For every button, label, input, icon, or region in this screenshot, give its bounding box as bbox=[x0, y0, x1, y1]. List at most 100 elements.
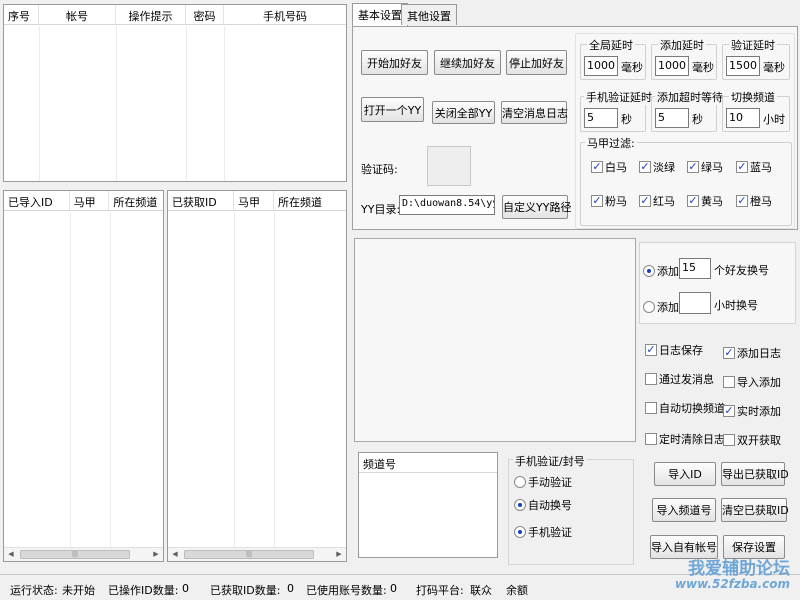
col-channel[interactable]: 所在频道 bbox=[274, 191, 346, 210]
vest-white-checkbox[interactable]: ✓ 白马 bbox=[591, 159, 627, 175]
tab-other-settings[interactable]: 其他设置 bbox=[401, 4, 457, 25]
clear-fetched-id-button[interactable]: 清空已获取ID bbox=[721, 498, 789, 522]
radio-selected-icon bbox=[643, 265, 655, 277]
verify-delay-input[interactable]: 1500 bbox=[726, 56, 760, 76]
custom-yy-path-button[interactable]: 自定义YY路径 bbox=[502, 195, 571, 219]
col-phone[interactable]: 手机号码 bbox=[224, 5, 346, 24]
check-icon: ✓ bbox=[591, 194, 603, 207]
checkbox-icon bbox=[723, 376, 735, 388]
import-add-checkbox[interactable]: 导入添加 bbox=[723, 374, 781, 390]
fetched-id-table[interactable]: 已获取ID 马甲 所在频道 ◀ ||| ▶ bbox=[167, 190, 347, 562]
add-timeout-group: 添加超时等待 5 秒 bbox=[651, 89, 725, 132]
account-table-header: 序号 帐号 操作提示 密码 手机号码 bbox=[4, 5, 346, 25]
phone-verify-delay-group: 手机验证延时 5 秒 bbox=[580, 89, 654, 132]
col-password[interactable]: 密码 bbox=[186, 5, 224, 24]
checkbox-icon bbox=[723, 434, 735, 446]
radio-icon bbox=[514, 476, 526, 488]
switch-by-hours-radio[interactable]: 添加 bbox=[643, 299, 679, 315]
col-channel-number[interactable]: 频道号 bbox=[359, 453, 497, 472]
fetched-id-header: 已获取ID 马甲 所在频道 bbox=[168, 191, 346, 211]
balance-label: 余额 bbox=[506, 584, 528, 597]
col-channel[interactable]: 所在频道 bbox=[109, 191, 163, 210]
vest-green-checkbox[interactable]: ✓ 绿马 bbox=[687, 159, 723, 175]
channel-list[interactable]: 频道号 bbox=[358, 452, 498, 558]
close-all-yy-button[interactable]: 关闭全部YY bbox=[432, 101, 495, 124]
yy-dir-label: YY目录: bbox=[361, 203, 401, 216]
vest-orange-checkbox[interactable]: ✓ 橙马 bbox=[736, 193, 772, 209]
fetched-hscrollbar[interactable]: ◀ ||| ▶ bbox=[168, 547, 346, 561]
col-fetched-id[interactable]: 已获取ID bbox=[168, 191, 234, 210]
check-icon: ✓ bbox=[736, 160, 748, 173]
captcha-image bbox=[427, 146, 471, 186]
imported-hscrollbar[interactable]: ◀ ||| ▶ bbox=[4, 547, 163, 561]
switch-channel-input[interactable]: 10 bbox=[726, 108, 760, 128]
scroll-right-icon[interactable]: ▶ bbox=[149, 548, 163, 561]
switch-channel-group: 切换频道 10 小时 bbox=[722, 89, 790, 132]
add-delay-group: 添加延时 1000 毫秒 bbox=[651, 37, 717, 80]
scroll-right-icon[interactable]: ▶ bbox=[332, 548, 346, 561]
tab-basic-settings[interactable]: 基本设置 bbox=[352, 3, 408, 26]
vest-blue-checkbox[interactable]: ✓ 蓝马 bbox=[736, 159, 772, 175]
imported-id-header: 已导入ID 马甲 所在频道 bbox=[4, 191, 163, 211]
watermark-url: www.52fzba.com bbox=[674, 577, 790, 591]
switch-by-friends-radio[interactable]: 添加 bbox=[643, 263, 679, 279]
start-add-friend-button[interactable]: 开始加好友 bbox=[361, 50, 428, 75]
imported-id-table[interactable]: 已导入ID 马甲 所在频道 ◀ ||| ▶ bbox=[3, 190, 164, 562]
manual-verify-radio[interactable]: 手动验证 bbox=[514, 474, 572, 490]
col-index[interactable]: 序号 bbox=[4, 5, 39, 24]
export-fetched-id-button[interactable]: 导出已获取ID bbox=[721, 462, 789, 486]
vest-light-green-checkbox[interactable]: ✓ 淡绿 bbox=[639, 159, 675, 175]
check-icon: ✓ bbox=[639, 160, 651, 173]
settings-panel: 开始加好友 继续加好友 停止加好友 打开一个YY 关闭全部YY 清空消息日志 验… bbox=[352, 26, 798, 230]
auto-switch-channel-checkbox[interactable]: 自动切换频道 bbox=[645, 400, 725, 416]
checkbox-icon bbox=[645, 373, 657, 385]
phone-verify-delay-input[interactable]: 5 bbox=[584, 108, 618, 128]
add-delay-input[interactable]: 1000 bbox=[655, 56, 689, 76]
send-message-checkbox[interactable]: 通过发消息 bbox=[645, 371, 714, 387]
scroll-left-icon[interactable]: ◀ bbox=[168, 548, 182, 561]
scroll-thumb[interactable]: ||| bbox=[184, 550, 314, 559]
vest-red-checkbox[interactable]: ✓ 红马 bbox=[639, 193, 675, 209]
global-delay-input[interactable]: 1000 bbox=[584, 56, 618, 76]
timed-clear-log-checkbox[interactable]: 定时清除日志 bbox=[645, 431, 725, 447]
global-delay-group: 全局延时 1000 毫秒 bbox=[580, 37, 646, 80]
scroll-thumb[interactable]: ||| bbox=[20, 550, 130, 559]
captcha-label: 验证码: bbox=[361, 163, 398, 176]
account-table[interactable]: 序号 帐号 操作提示 密码 手机号码 bbox=[3, 4, 347, 182]
watermark-title: 我爱辅助论坛 bbox=[688, 559, 790, 579]
add-log-checkbox[interactable]: ✓ 添加日志 bbox=[723, 345, 781, 361]
friends-count-input[interactable]: 15 bbox=[679, 258, 711, 279]
col-imported-id[interactable]: 已导入ID bbox=[4, 191, 70, 210]
used-account-label: 已使用账号数量: bbox=[306, 584, 387, 597]
col-account[interactable]: 帐号 bbox=[39, 5, 116, 24]
check-icon: ✓ bbox=[639, 194, 651, 207]
yy-dir-input[interactable]: D:\duowan8.54\yy\8.5 bbox=[399, 195, 495, 215]
clear-log-button[interactable]: 清空消息日志 bbox=[501, 101, 568, 124]
vest-yellow-checkbox[interactable]: ✓ 黄马 bbox=[687, 193, 723, 209]
col-vest[interactable]: 马甲 bbox=[234, 191, 274, 210]
log-save-checkbox[interactable]: ✓ 日志保存 bbox=[645, 342, 703, 358]
realtime-add-checkbox[interactable]: ✓ 实时添加 bbox=[723, 403, 781, 419]
vest-pink-checkbox[interactable]: ✓ 粉马 bbox=[591, 193, 627, 209]
check-icon: ✓ bbox=[723, 404, 735, 417]
add-timeout-input[interactable]: 5 bbox=[655, 108, 689, 128]
auto-switch-account-radio[interactable]: 自动换号 bbox=[514, 497, 572, 513]
continue-add-friend-button[interactable]: 继续加好友 bbox=[434, 50, 501, 75]
scroll-left-icon[interactable]: ◀ bbox=[4, 548, 18, 561]
hours-count-input[interactable] bbox=[679, 292, 711, 314]
friends-switch-unit: 个好友换号 bbox=[714, 264, 769, 277]
captcha-platform-value: 联众 bbox=[470, 584, 492, 597]
col-vest[interactable]: 马甲 bbox=[70, 191, 110, 210]
radio-selected-icon bbox=[514, 526, 526, 538]
check-icon: ✓ bbox=[645, 343, 657, 356]
import-id-button[interactable]: 导入ID bbox=[654, 462, 716, 486]
open-yy-button[interactable]: 打开一个YY bbox=[361, 97, 424, 122]
phone-verify-radio[interactable]: 手机验证 bbox=[514, 524, 572, 540]
dual-fetch-checkbox[interactable]: 双开获取 bbox=[723, 432, 781, 448]
message-log-area[interactable] bbox=[354, 238, 636, 442]
stop-add-friend-button[interactable]: 停止加好友 bbox=[506, 50, 567, 75]
checkbox-icon bbox=[645, 433, 657, 445]
channel-list-header: 频道号 bbox=[359, 453, 497, 473]
col-op-hint[interactable]: 操作提示 bbox=[116, 5, 186, 24]
import-channel-button[interactable]: 导入频道号 bbox=[652, 498, 716, 522]
